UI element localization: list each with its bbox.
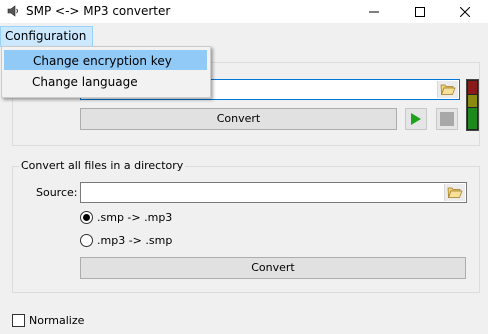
- radio-smp-to-mp3[interactable]: [80, 211, 93, 224]
- folder-open-icon: [447, 187, 463, 198]
- close-button[interactable]: [442, 0, 488, 23]
- source-label: Source:: [36, 186, 78, 199]
- maximize-icon: [415, 6, 425, 17]
- title-bar: SMP <-> MP3 converter: [0, 0, 488, 23]
- normalize-label: Normalize: [29, 314, 85, 327]
- normalize-checkbox[interactable]: [12, 314, 25, 327]
- app-icon: [7, 5, 18, 17]
- source-input[interactable]: [80, 182, 467, 203]
- minimize-icon: [369, 11, 379, 12]
- level-red-segment: [468, 81, 477, 94]
- configuration-dropdown: Change encryption key Change language: [1, 46, 211, 98]
- maximize-button[interactable]: [397, 0, 443, 23]
- radio-mp3-to-smp-label: .mp3 -> .smp: [97, 234, 173, 247]
- menu-item-change-language[interactable]: Change language: [4, 72, 207, 92]
- app-window: SMP <-> MP3 converter Configuration Conv…: [0, 0, 488, 334]
- close-icon: [460, 6, 470, 17]
- menu-bar: Configuration: [0, 26, 488, 47]
- level-meter: [466, 79, 479, 131]
- directory-group-title: Convert all files in a directory: [19, 159, 186, 172]
- level-green-segment: [468, 108, 477, 129]
- browse-file-button[interactable]: [437, 81, 458, 98]
- level-yellow-segment: [468, 95, 477, 107]
- window-title: SMP <-> MP3 converter: [26, 4, 171, 18]
- convert-directory-button[interactable]: Convert: [80, 257, 466, 279]
- browse-directory-button[interactable]: [444, 184, 465, 201]
- menu-configuration[interactable]: Configuration: [0, 26, 94, 47]
- convert-file-button[interactable]: Convert: [80, 108, 397, 130]
- menu-item-change-encryption-key[interactable]: Change encryption key: [4, 50, 207, 70]
- play-button[interactable]: [405, 108, 427, 130]
- play-icon: [411, 113, 421, 125]
- folder-open-icon: [440, 84, 456, 95]
- stop-button[interactable]: [436, 108, 458, 130]
- minimize-button[interactable]: [351, 0, 397, 23]
- radio-mp3-to-smp[interactable]: [80, 234, 93, 247]
- stop-icon: [440, 112, 454, 126]
- radio-smp-to-mp3-label: .smp -> .mp3: [97, 211, 173, 224]
